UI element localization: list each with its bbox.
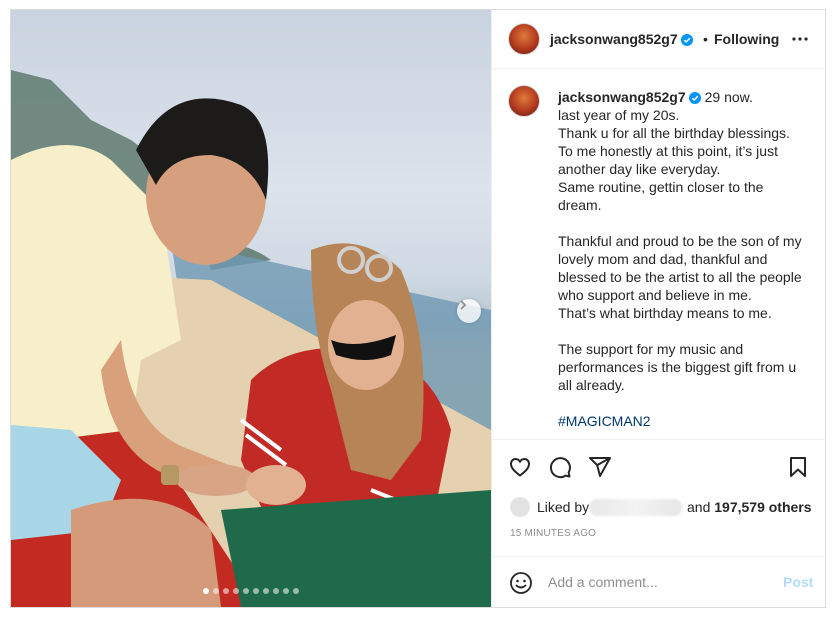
likes-count-text[interactable]: 197,579 others xyxy=(714,499,811,515)
chevron-right-icon xyxy=(460,300,467,310)
username-text[interactable]: jacksonwang852g7 xyxy=(550,31,678,47)
avatar[interactable] xyxy=(508,23,540,55)
caption-line: Same routine, gettin closer to the dream… xyxy=(558,179,768,213)
likes-summary: Liked by and 197,579 others xyxy=(510,497,820,519)
verified-badge-icon xyxy=(688,92,701,104)
header-username[interactable]: jacksonwang852g7 xyxy=(550,31,693,47)
caption-line: Thank u for all the birthday blessings. xyxy=(558,125,790,141)
caption-line: To me honestly at this point, it’s just … xyxy=(558,143,782,177)
liked-by-label: Liked by xyxy=(537,499,590,515)
post-comment-button[interactable]: Post xyxy=(783,574,813,590)
caption-username-text[interactable]: jacksonwang852g7 xyxy=(558,89,686,105)
carousel-dot xyxy=(293,588,299,594)
carousel-dot xyxy=(203,588,209,594)
emoji-icon[interactable] xyxy=(509,571,533,595)
carousel-dot xyxy=(243,588,249,594)
carousel-dot xyxy=(223,588,229,594)
carousel-dot xyxy=(233,588,239,594)
caption-line: last year of my 20s. xyxy=(558,107,680,123)
liker-name-blurred[interactable] xyxy=(589,499,682,516)
likes-and-text: and xyxy=(687,499,711,515)
caption-text: jacksonwang852g7 29 now. last year of my … xyxy=(558,88,808,430)
carousel-indicator xyxy=(11,588,491,594)
comment-input[interactable] xyxy=(548,572,768,592)
caption-area: jacksonwang852g7 29 now. last year of my … xyxy=(492,69,826,438)
following-button[interactable]: Following xyxy=(714,31,779,47)
likes-count[interactable]: and 197,579 others xyxy=(687,499,812,515)
post-header: jacksonwang852g7 • Following xyxy=(492,10,826,69)
liker-avatar[interactable] xyxy=(510,497,530,517)
photo-illustration xyxy=(11,70,491,607)
caption-line: That’s what birthday means to me. xyxy=(558,305,772,321)
carousel-next-button[interactable] xyxy=(457,299,481,323)
heart-icon[interactable] xyxy=(508,455,532,479)
send-icon[interactable] xyxy=(588,455,612,479)
follow-separator: • xyxy=(703,31,708,47)
post-dialog: jacksonwang852g7 • Following jacksonwang… xyxy=(10,9,826,608)
carousel-dot xyxy=(253,588,259,594)
comment-icon[interactable] xyxy=(548,455,572,479)
post-timestamp[interactable]: 15 MINUTES AGO xyxy=(510,528,596,539)
post-photo[interactable] xyxy=(11,10,491,607)
carousel-dot xyxy=(263,588,269,594)
action-bar xyxy=(492,439,826,494)
caption-hashtag[interactable]: #MAGICMAN2 xyxy=(558,412,808,430)
caption-first-line: 29 now. xyxy=(704,89,753,105)
caption-avatar[interactable] xyxy=(508,85,540,117)
bookmark-icon[interactable] xyxy=(786,455,810,479)
carousel-dot xyxy=(283,588,289,594)
caption-lines: last year of my 20s. Thank u for all the … xyxy=(558,106,808,430)
comment-bar: Post xyxy=(492,556,826,608)
caption-line: The support for my music and performance… xyxy=(558,341,800,393)
more-horizontal-icon[interactable] xyxy=(788,27,812,51)
carousel-dot xyxy=(213,588,219,594)
verified-badge-icon xyxy=(680,34,693,46)
caption-line: Thankful and proud to be the son of my l… xyxy=(558,233,806,303)
post-side-panel: jacksonwang852g7 • Following jacksonwang… xyxy=(491,10,826,607)
caption-username[interactable]: jacksonwang852g7 xyxy=(558,89,701,105)
carousel-dot xyxy=(273,588,279,594)
